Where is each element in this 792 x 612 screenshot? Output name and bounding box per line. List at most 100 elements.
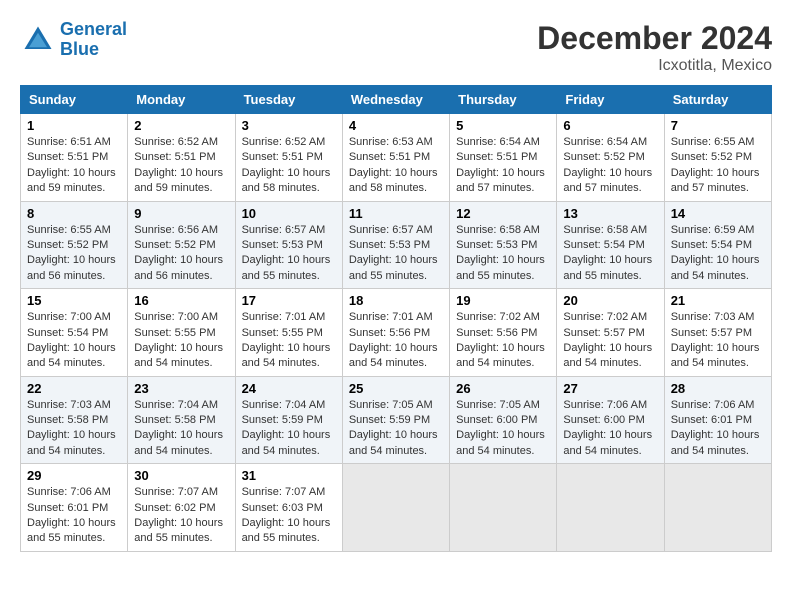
header-friday: Friday [557, 86, 664, 114]
day-info: Sunrise: 7:04 AM Sunset: 5:59 PM Dayligh… [242, 398, 336, 460]
day-info: Sunrise: 7:07 AM Sunset: 6:02 PM Dayligh… [134, 485, 228, 547]
table-row: 26 Sunrise: 7:05 AM Sunset: 6:00 PM Dayl… [450, 376, 557, 464]
daylight-label: Daylight: 10 hours and 54 minutes. [671, 429, 760, 456]
table-row: 19 Sunrise: 7:02 AM Sunset: 5:56 PM Dayl… [450, 289, 557, 377]
day-info: Sunrise: 7:06 AM Sunset: 6:01 PM Dayligh… [671, 398, 765, 460]
table-row: 30 Sunrise: 7:07 AM Sunset: 6:02 PM Dayl… [128, 464, 235, 552]
header-monday: Monday [128, 86, 235, 114]
day-number: 2 [134, 118, 228, 133]
sunset-label: Sunset: 5:52 PM [671, 151, 752, 163]
table-row: 11 Sunrise: 6:57 AM Sunset: 5:53 PM Dayl… [342, 201, 449, 289]
table-row: 6 Sunrise: 6:54 AM Sunset: 5:52 PM Dayli… [557, 114, 664, 202]
table-row: 10 Sunrise: 6:57 AM Sunset: 5:53 PM Dayl… [235, 201, 342, 289]
sunset-label: Sunset: 5:55 PM [242, 327, 323, 339]
daylight-label: Daylight: 10 hours and 54 minutes. [349, 429, 438, 456]
sunrise-label: Sunrise: 7:07 AM [134, 486, 218, 498]
day-info: Sunrise: 6:51 AM Sunset: 5:51 PM Dayligh… [27, 135, 121, 197]
day-number: 31 [242, 468, 336, 483]
day-number: 6 [563, 118, 657, 133]
sunset-label: Sunset: 5:56 PM [349, 327, 430, 339]
sunset-label: Sunset: 5:54 PM [27, 327, 108, 339]
day-number: 22 [27, 381, 121, 396]
sunrise-label: Sunrise: 6:52 AM [242, 136, 326, 148]
day-info: Sunrise: 6:54 AM Sunset: 5:52 PM Dayligh… [563, 135, 657, 197]
day-number: 12 [456, 206, 550, 221]
table-row: 9 Sunrise: 6:56 AM Sunset: 5:52 PM Dayli… [128, 201, 235, 289]
sunrise-label: Sunrise: 7:06 AM [27, 486, 111, 498]
table-row: 1 Sunrise: 6:51 AM Sunset: 5:51 PM Dayli… [21, 114, 128, 202]
table-row: 24 Sunrise: 7:04 AM Sunset: 5:59 PM Dayl… [235, 376, 342, 464]
daylight-label: Daylight: 10 hours and 58 minutes. [349, 167, 438, 194]
sunrise-label: Sunrise: 7:03 AM [671, 311, 755, 323]
sunset-label: Sunset: 6:03 PM [242, 502, 323, 514]
day-number: 16 [134, 293, 228, 308]
logo-icon [20, 22, 56, 58]
table-row: 15 Sunrise: 7:00 AM Sunset: 5:54 PM Dayl… [21, 289, 128, 377]
table-row: 20 Sunrise: 7:02 AM Sunset: 5:57 PM Dayl… [557, 289, 664, 377]
day-info: Sunrise: 6:52 AM Sunset: 5:51 PM Dayligh… [242, 135, 336, 197]
header-thursday: Thursday [450, 86, 557, 114]
day-number: 14 [671, 206, 765, 221]
day-info: Sunrise: 7:00 AM Sunset: 5:54 PM Dayligh… [27, 310, 121, 372]
day-info: Sunrise: 7:03 AM Sunset: 5:58 PM Dayligh… [27, 398, 121, 460]
table-row: 5 Sunrise: 6:54 AM Sunset: 5:51 PM Dayli… [450, 114, 557, 202]
sunset-label: Sunset: 5:58 PM [134, 414, 215, 426]
calendar-week-row: 1 Sunrise: 6:51 AM Sunset: 5:51 PM Dayli… [21, 114, 772, 202]
day-number: 13 [563, 206, 657, 221]
day-info: Sunrise: 7:01 AM Sunset: 5:56 PM Dayligh… [349, 310, 443, 372]
day-number: 9 [134, 206, 228, 221]
sunrise-label: Sunrise: 7:06 AM [563, 399, 647, 411]
daylight-label: Daylight: 10 hours and 54 minutes. [563, 342, 652, 369]
sunrise-label: Sunrise: 6:57 AM [349, 224, 433, 236]
daylight-label: Daylight: 10 hours and 55 minutes. [242, 254, 331, 281]
day-number: 4 [349, 118, 443, 133]
day-info: Sunrise: 6:59 AM Sunset: 5:54 PM Dayligh… [671, 223, 765, 285]
logo-text: General Blue [60, 20, 127, 60]
sunrise-label: Sunrise: 6:54 AM [563, 136, 647, 148]
sunset-label: Sunset: 5:59 PM [349, 414, 430, 426]
page-header: General Blue December 2024 Icxotitla, Me… [20, 20, 772, 75]
day-info: Sunrise: 7:04 AM Sunset: 5:58 PM Dayligh… [134, 398, 228, 460]
table-row: 31 Sunrise: 7:07 AM Sunset: 6:03 PM Dayl… [235, 464, 342, 552]
sunrise-label: Sunrise: 7:04 AM [134, 399, 218, 411]
daylight-label: Daylight: 10 hours and 54 minutes. [242, 342, 331, 369]
sunrise-label: Sunrise: 7:05 AM [456, 399, 540, 411]
day-info: Sunrise: 6:58 AM Sunset: 5:53 PM Dayligh… [456, 223, 550, 285]
sunset-label: Sunset: 5:58 PM [27, 414, 108, 426]
daylight-label: Daylight: 10 hours and 55 minutes. [349, 254, 438, 281]
sunrise-label: Sunrise: 7:07 AM [242, 486, 326, 498]
day-number: 19 [456, 293, 550, 308]
day-number: 3 [242, 118, 336, 133]
daylight-label: Daylight: 10 hours and 54 minutes. [349, 342, 438, 369]
daylight-label: Daylight: 10 hours and 55 minutes. [563, 254, 652, 281]
table-row [557, 464, 664, 552]
day-info: Sunrise: 7:03 AM Sunset: 5:57 PM Dayligh… [671, 310, 765, 372]
day-info: Sunrise: 7:00 AM Sunset: 5:55 PM Dayligh… [134, 310, 228, 372]
table-row [342, 464, 449, 552]
table-row: 13 Sunrise: 6:58 AM Sunset: 5:54 PM Dayl… [557, 201, 664, 289]
daylight-label: Daylight: 10 hours and 57 minutes. [456, 167, 545, 194]
daylight-label: Daylight: 10 hours and 54 minutes. [134, 342, 223, 369]
table-row: 21 Sunrise: 7:03 AM Sunset: 5:57 PM Dayl… [664, 289, 771, 377]
sunset-label: Sunset: 6:01 PM [671, 414, 752, 426]
day-number: 30 [134, 468, 228, 483]
calendar-week-row: 22 Sunrise: 7:03 AM Sunset: 5:58 PM Dayl… [21, 376, 772, 464]
day-info: Sunrise: 7:06 AM Sunset: 6:00 PM Dayligh… [563, 398, 657, 460]
day-info: Sunrise: 7:07 AM Sunset: 6:03 PM Dayligh… [242, 485, 336, 547]
daylight-label: Daylight: 10 hours and 55 minutes. [242, 517, 331, 544]
daylight-label: Daylight: 10 hours and 57 minutes. [563, 167, 652, 194]
day-info: Sunrise: 6:54 AM Sunset: 5:51 PM Dayligh… [456, 135, 550, 197]
day-number: 26 [456, 381, 550, 396]
header-tuesday: Tuesday [235, 86, 342, 114]
daylight-label: Daylight: 10 hours and 54 minutes. [671, 342, 760, 369]
sunrise-label: Sunrise: 7:00 AM [27, 311, 111, 323]
sunrise-label: Sunrise: 7:02 AM [563, 311, 647, 323]
sunrise-label: Sunrise: 6:58 AM [456, 224, 540, 236]
sunset-label: Sunset: 5:53 PM [242, 239, 323, 251]
sunrise-label: Sunrise: 7:03 AM [27, 399, 111, 411]
day-number: 29 [27, 468, 121, 483]
sunset-label: Sunset: 5:53 PM [349, 239, 430, 251]
sunset-label: Sunset: 5:56 PM [456, 327, 537, 339]
sunset-label: Sunset: 6:00 PM [563, 414, 644, 426]
sunset-label: Sunset: 5:57 PM [563, 327, 644, 339]
